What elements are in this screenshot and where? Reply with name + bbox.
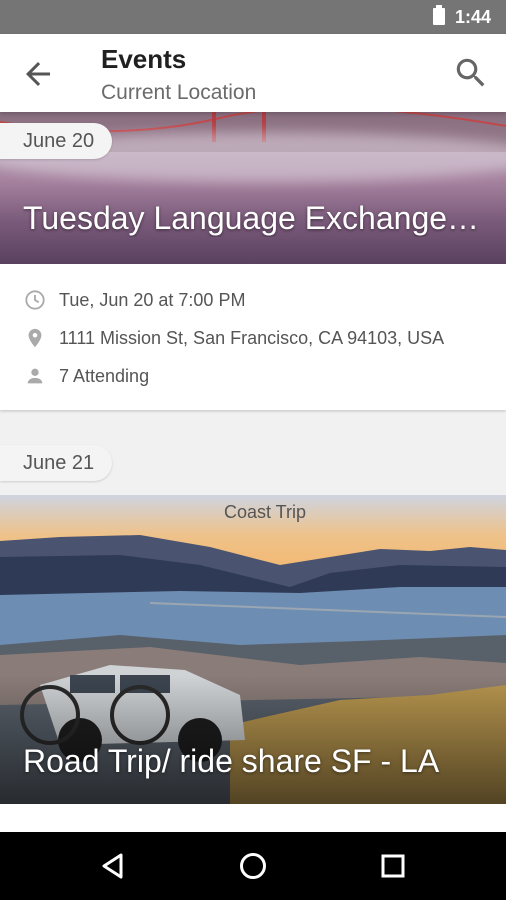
status-bar: 1:44 (0, 0, 506, 34)
page-subtitle: Current Location (101, 81, 257, 104)
event-address: 1111 Mission St, San Francisco, CA 94103… (59, 328, 445, 348)
status-time: 1:44 (455, 7, 492, 27)
location-pin-icon (28, 328, 42, 348)
date-badge: June 21 (0, 445, 113, 481)
event-datetime: Tue, Jun 20 at 7:00 PM (59, 290, 246, 310)
search-icon[interactable] (452, 54, 490, 92)
event-title: Tuesday Language Exchange & Meet-Up (23, 200, 486, 236)
image-caption: Coast Trip (223, 502, 307, 522)
battery-full-icon (433, 5, 445, 25)
event-address-row[interactable]: 1111 Mission St, San Francisco, CA 94103… (0, 324, 506, 354)
clock-icon (25, 290, 45, 310)
event-details (0, 804, 506, 832)
nav-back-icon[interactable] (97, 850, 129, 882)
event-title: Road Trip/ ride share SF - LA (23, 743, 440, 779)
event-datetime-row: Tue, Jun 20 at 7:00 PM (0, 286, 506, 316)
person-icon (27, 368, 43, 384)
event-card[interactable]: Coast Trip Road Trip/ ride share SF - LA (0, 495, 506, 832)
event-image: Coast Trip Road Trip/ ride share SF - LA (0, 495, 506, 804)
nav-home-icon[interactable] (237, 850, 269, 882)
event-card[interactable]: Tuesday Language Exchange & Meet-Up June… (0, 112, 506, 410)
date-badge: June 20 (0, 123, 113, 159)
event-attending-row: 7 Attending (0, 362, 506, 392)
nav-recents-icon[interactable] (377, 850, 409, 882)
event-list[interactable]: Tuesday Language Exchange & Meet-Up June… (0, 112, 506, 832)
event-details: Tue, Jun 20 at 7:00 PM 1111 Mission St, … (0, 264, 506, 410)
system-nav-bar (0, 832, 506, 900)
page-title: Events (101, 44, 187, 74)
app-bar: Events Current Location (0, 34, 506, 112)
arrow-back-icon[interactable] (20, 56, 56, 92)
event-attending: 7 Attending (59, 366, 150, 386)
